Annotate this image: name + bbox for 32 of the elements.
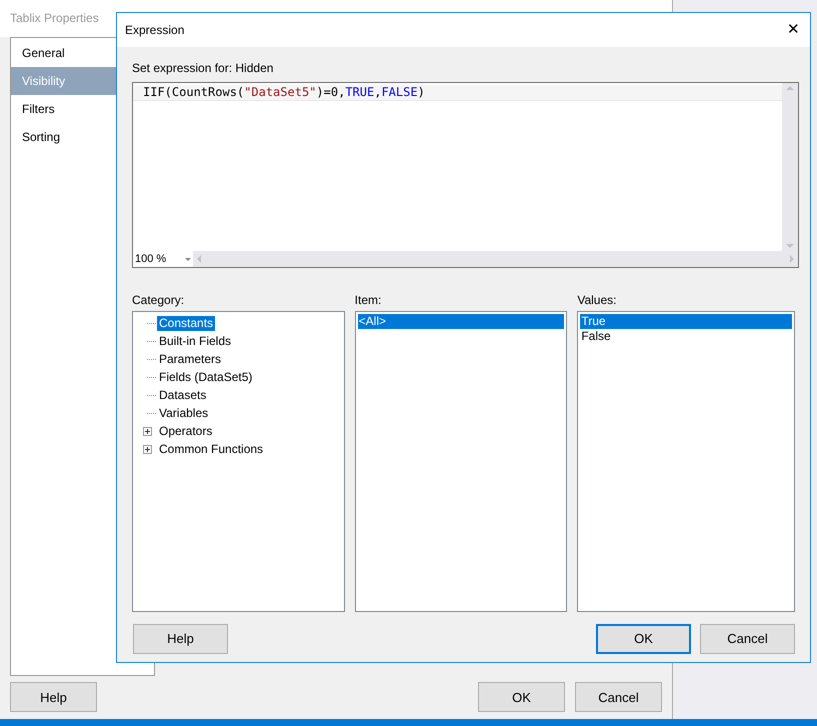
category-label: Category: bbox=[132, 292, 186, 309]
tree-item[interactable]: Fields (DataSet5) bbox=[157, 370, 254, 384]
vertical-scrollbar[interactable] bbox=[782, 83, 798, 251]
values-label: Values: bbox=[577, 292, 618, 309]
help-button[interactable]: Help bbox=[133, 624, 228, 654]
expression-editor[interactable]: IIF(CountRows("DataSet5")=0,TRUE,FALSE) 100 % bbox=[132, 82, 799, 268]
tree-item[interactable]: Operators bbox=[157, 424, 214, 438]
cancel-button[interactable]: Cancel bbox=[575, 682, 662, 712]
cancel-button[interactable]: Cancel bbox=[700, 624, 795, 654]
left-arrow-icon[interactable] bbox=[197, 255, 201, 263]
zoom-dropdown[interactable]: 100 % bbox=[133, 251, 193, 267]
item-label: Item: bbox=[354, 292, 382, 309]
tree-item[interactable]: Variables bbox=[157, 406, 210, 420]
list-item[interactable]: True bbox=[580, 314, 792, 329]
tree-item[interactable]: Constants bbox=[157, 316, 216, 330]
right-arrow-icon[interactable] bbox=[790, 255, 794, 263]
window-title: Tablix Properties bbox=[10, 10, 99, 28]
close-button[interactable]: ✕ bbox=[787, 18, 800, 42]
dialog-title: Expression bbox=[125, 22, 184, 39]
ok-button[interactable]: OK bbox=[596, 624, 691, 654]
tree-item[interactable]: Datasets bbox=[157, 388, 208, 402]
expand-icon[interactable] bbox=[143, 444, 152, 454]
list-item[interactable]: <All> bbox=[358, 314, 564, 329]
up-arrow-icon[interactable] bbox=[786, 86, 794, 90]
tree-item[interactable]: Built-in Fields bbox=[157, 334, 234, 348]
tree-item[interactable]: Parameters bbox=[157, 352, 224, 366]
tree-item[interactable]: Common Functions bbox=[157, 442, 266, 456]
list-item[interactable]: False bbox=[580, 329, 792, 344]
caret-icon bbox=[185, 258, 191, 260]
expand-icon[interactable] bbox=[143, 426, 152, 436]
ok-button[interactable]: OK bbox=[478, 682, 565, 712]
help-button[interactable]: Help bbox=[10, 682, 97, 712]
